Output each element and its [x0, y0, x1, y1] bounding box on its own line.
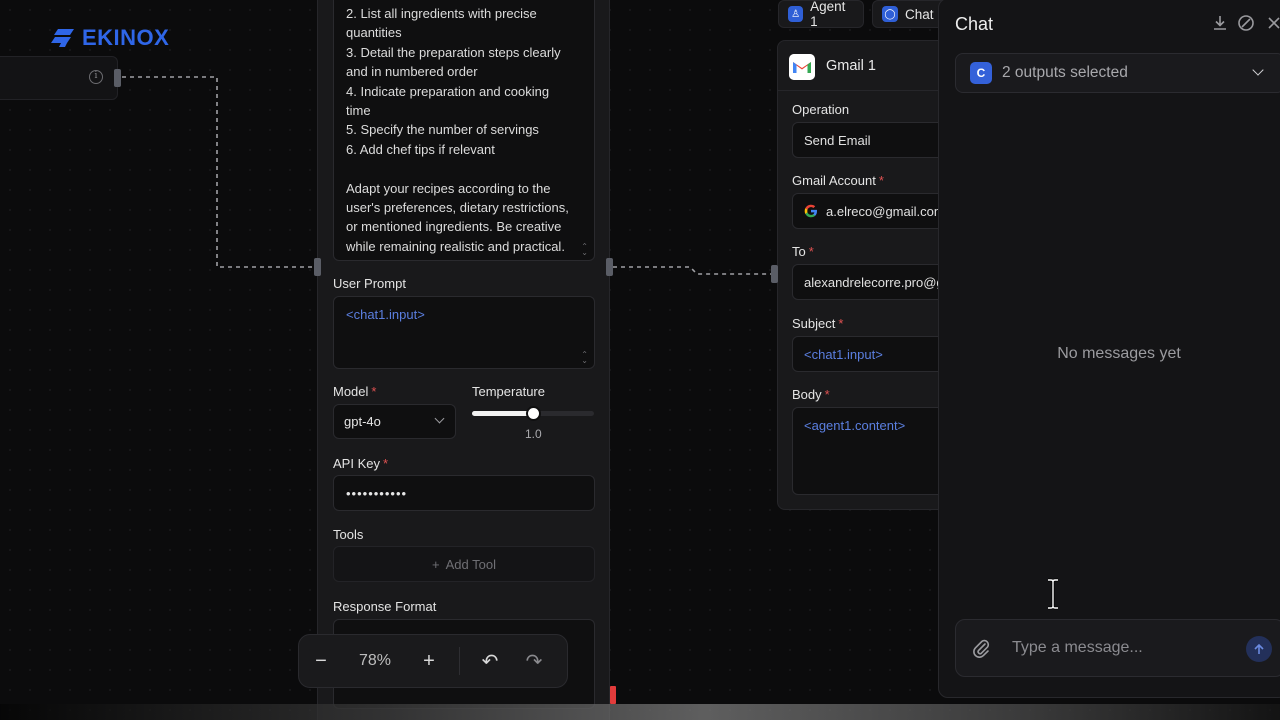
- outputs-label: 2 outputs selected: [1002, 64, 1128, 81]
- subject-label: Subject *: [792, 316, 844, 331]
- to-label: To *: [792, 244, 814, 259]
- ekinox-logo-icon: [51, 29, 74, 47]
- info-icon[interactable]: i: [89, 70, 103, 84]
- temperature-slider-thumb[interactable]: [526, 406, 541, 421]
- chat-icon: ◯: [882, 6, 898, 22]
- zoom-toolbar: − 78% + ↶ ↷: [298, 634, 568, 688]
- gmail-account-value: a.elreco@gmail.com: [826, 203, 945, 219]
- outputs-select[interactable]: C 2 outputs selected: [955, 53, 1280, 93]
- api-key-input[interactable]: •••••••••••: [333, 475, 595, 511]
- undo-button[interactable]: ↶: [468, 634, 512, 688]
- red-marker: [610, 686, 616, 704]
- empty-messages-text: No messages yet: [1057, 345, 1181, 362]
- chat-panel: Chat C 2 outputs selected No messages ye…: [938, 0, 1280, 698]
- paperclip-icon[interactable]: [972, 638, 990, 660]
- model-select[interactable]: gpt-4o: [333, 404, 456, 439]
- gmail-account-label: Gmail Account *: [792, 173, 884, 188]
- add-tool-label: Add Tool: [445, 556, 496, 572]
- response-format-label: Response Format: [333, 599, 437, 614]
- temperature-value: 1.0: [525, 427, 542, 441]
- tab-agent-1[interactable]: ♙ Agent 1: [778, 0, 864, 29]
- google-icon: [804, 204, 817, 218]
- redo-button[interactable]: ↷: [512, 634, 556, 688]
- subject-value: <chat1.input>: [804, 346, 883, 362]
- toolbar-divider: [459, 647, 460, 675]
- resize-handle-icon[interactable]: ⌃ ⌄: [581, 243, 588, 257]
- output-handle[interactable]: [606, 258, 613, 276]
- edge-agent-to-gmail: [613, 266, 775, 275]
- temperature-label: Temperature: [472, 384, 545, 399]
- model-label: Model *: [333, 384, 377, 399]
- temperature-slider-fill: [472, 411, 533, 416]
- bottom-strip: [0, 704, 1280, 720]
- ekinox-logo: EKINOX: [50, 25, 170, 50]
- clear-chat-icon[interactable]: [1237, 14, 1255, 32]
- body-label: Body *: [792, 387, 830, 402]
- input-handle[interactable]: [314, 258, 321, 276]
- system-prompt-text: 2. List all ingredients with precise qua…: [346, 6, 569, 254]
- outputs-badge: C: [970, 62, 992, 84]
- message-input[interactable]: [1012, 634, 1232, 662]
- tab-label: Agent 1: [810, 0, 846, 29]
- zoom-level: 78%: [358, 652, 392, 669]
- gmail-icon: [789, 54, 815, 80]
- chat-title: Chat: [955, 14, 994, 34]
- zoom-in-button[interactable]: +: [407, 634, 451, 688]
- download-icon[interactable]: [1211, 14, 1229, 32]
- arrow-up-icon: [1254, 643, 1264, 654]
- model-value: gpt-4o: [344, 414, 381, 429]
- agent-node[interactable]: 2. List all ingredients with precise qua…: [314, 0, 613, 720]
- brand-name: EKINOX: [82, 25, 170, 50]
- user-prompt-value: <chat1.input>: [346, 307, 425, 322]
- gmail-node-title: Gmail 1: [826, 58, 876, 74]
- zoom-out-button[interactable]: −: [299, 634, 343, 688]
- user-prompt-input[interactable]: <chat1.input> ⌃ ⌄: [333, 296, 595, 369]
- api-key-value: •••••••••••: [346, 486, 408, 501]
- plus-icon: +: [432, 556, 440, 572]
- system-prompt-textarea[interactable]: 2. List all ingredients with precise qua…: [333, 0, 595, 261]
- add-tool-button[interactable]: + Add Tool: [333, 546, 595, 582]
- gmail-input-handle[interactable]: [771, 265, 778, 283]
- resize-handle-icon[interactable]: ⌃ ⌄: [581, 351, 588, 365]
- chevron-down-icon: [1252, 64, 1264, 76]
- edge-start-to-agent: [122, 76, 315, 268]
- operation-label: Operation: [792, 102, 850, 117]
- message-composer: [955, 619, 1280, 677]
- close-icon[interactable]: [1265, 14, 1280, 32]
- tools-label: Tools: [333, 527, 364, 542]
- text-cursor-icon: [1048, 578, 1058, 610]
- send-button[interactable]: [1246, 636, 1272, 662]
- output-handle[interactable]: [114, 69, 121, 87]
- agent-icon: ♙: [788, 6, 804, 22]
- user-prompt-label: User Prompt: [333, 276, 406, 291]
- api-key-label: API Key *: [333, 456, 389, 471]
- body-value: <agent1.content>: [804, 418, 906, 433]
- chevron-down-icon: [434, 413, 445, 424]
- temperature-slider[interactable]: [472, 406, 594, 421]
- operation-value: Send Email: [804, 132, 871, 148]
- start-node[interactable]: i: [0, 56, 121, 100]
